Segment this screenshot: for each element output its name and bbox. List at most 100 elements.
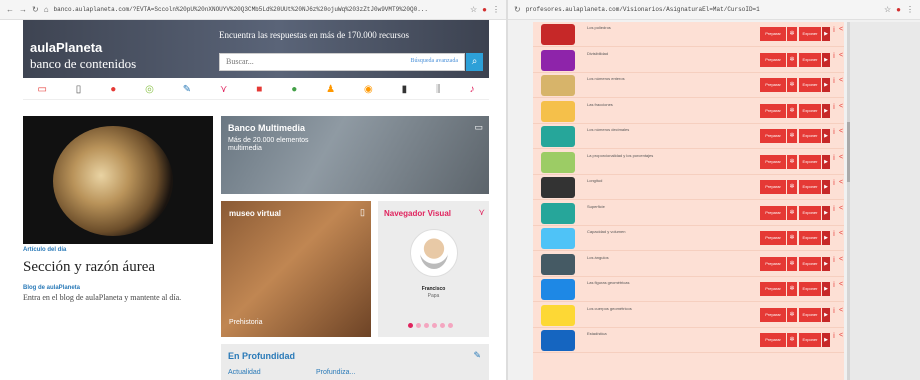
prepare-button[interactable]: Preparar: [760, 333, 786, 347]
carousel-dot[interactable]: [416, 323, 421, 328]
menu-icon[interactable]: ⋮: [492, 5, 500, 14]
expose-button[interactable]: Exponer: [799, 282, 821, 296]
back-icon[interactable]: ←: [6, 5, 14, 14]
document-icon[interactable]: ▯: [76, 84, 82, 95]
eye-icon[interactable]: ◉: [364, 84, 373, 95]
gear-icon[interactable]: ✲: [787, 333, 797, 347]
prepare-button[interactable]: Preparar: [760, 307, 786, 322]
prepare-button[interactable]: Preparar: [760, 256, 786, 271]
prepare-button[interactable]: Preparar: [760, 129, 786, 143]
share-icon[interactable]: <: [839, 26, 843, 33]
topic-label[interactable]: Las fracciones: [587, 102, 613, 107]
site-logo[interactable]: aulaPlaneta: [30, 40, 102, 55]
share-icon[interactable]: <: [839, 230, 843, 237]
topic-label[interactable]: Divisibilidad: [587, 51, 608, 56]
person-icon[interactable]: ♟: [326, 84, 335, 95]
gear-icon[interactable]: ✲: [787, 129, 797, 143]
carousel-dot[interactable]: [440, 323, 445, 328]
carousel-dot[interactable]: [424, 323, 429, 328]
camera-icon[interactable]: ▶: [822, 129, 830, 143]
expose-button[interactable]: Exponer: [799, 103, 821, 118]
gear-icon[interactable]: ✲: [787, 180, 797, 194]
info-icon[interactable]: ⅰ: [833, 205, 835, 213]
camera-icon[interactable]: ▶: [822, 154, 830, 169]
extension-icon[interactable]: ●: [482, 5, 487, 14]
topic-thumbnail[interactable]: [541, 202, 575, 224]
navegador-card[interactable]: Navegador Visual ⋎ Francisco Papa: [378, 201, 489, 337]
extension-icon[interactable]: ●: [896, 5, 901, 14]
article-title[interactable]: Sección y razón áurea: [23, 259, 155, 276]
clock-icon[interactable]: ●: [291, 84, 297, 95]
camera-icon[interactable]: ▶: [822, 231, 830, 245]
topic-label[interactable]: Los números decimales: [587, 127, 629, 132]
info-icon[interactable]: ⅰ: [833, 281, 835, 289]
expose-button[interactable]: Exponer: [799, 78, 821, 92]
camera-icon[interactable]: ▶: [822, 180, 830, 194]
info-icon[interactable]: ⅰ: [833, 128, 835, 136]
search-input[interactable]: Buscar... Búsqueda avanzada: [219, 53, 465, 71]
gear-icon[interactable]: ✲: [787, 103, 797, 118]
network-icon[interactable]: ⋎: [220, 84, 227, 95]
topic-thumbnail[interactable]: [541, 177, 575, 198]
share-icon[interactable]: <: [839, 154, 843, 161]
pin-icon[interactable]: ●: [110, 84, 116, 95]
camera-icon[interactable]: ▶: [822, 282, 830, 296]
share-icon[interactable]: <: [839, 52, 843, 59]
expose-button[interactable]: Exponer: [799, 307, 821, 322]
address-bar[interactable]: profesores.aulaplaneta.com/Visionarios/A…: [526, 6, 879, 13]
topic-label[interactable]: Longitud: [587, 178, 602, 183]
bookmark-star-icon[interactable]: ☆: [470, 5, 477, 14]
drink-icon[interactable]: ▮: [402, 84, 408, 95]
topic-label[interactable]: Los ángulos: [587, 255, 609, 260]
monitor-icon[interactable]: ▭: [37, 84, 46, 95]
topic-label[interactable]: Las figuras geométricas: [587, 280, 629, 285]
expose-button[interactable]: Exponer: [799, 256, 821, 271]
info-icon[interactable]: ⅰ: [833, 77, 835, 85]
multimedia-card[interactable]: Banco Multimedia Más de 20.000 elementos…: [221, 116, 489, 194]
pushpin-icon[interactable]: ✎: [183, 84, 191, 95]
topic-label[interactable]: Superficie: [587, 204, 605, 209]
carousel-dot[interactable]: [408, 323, 413, 328]
topic-label[interactable]: Estadística: [587, 331, 607, 336]
prepare-button[interactable]: Preparar: [760, 231, 786, 245]
info-icon[interactable]: ⅰ: [833, 52, 835, 60]
topic-thumbnail[interactable]: [541, 100, 575, 122]
share-icon[interactable]: <: [839, 179, 843, 186]
reload-icon[interactable]: ↻: [32, 5, 39, 14]
reload-icon[interactable]: ↻: [514, 5, 521, 14]
topic-thumbnail[interactable]: [541, 75, 575, 96]
expose-button[interactable]: Exponer: [799, 231, 821, 245]
topic-thumbnail[interactable]: [541, 126, 575, 147]
expose-button[interactable]: Exponer: [799, 180, 821, 194]
gear-icon[interactable]: ✲: [787, 52, 797, 67]
info-icon[interactable]: ⅰ: [833, 26, 835, 34]
gear-icon[interactable]: ✲: [787, 231, 797, 245]
gear-icon[interactable]: ✲: [787, 27, 797, 41]
chart-icon[interactable]: ⫼: [436, 84, 441, 95]
camera-icon[interactable]: ▶: [822, 333, 830, 347]
camera-icon[interactable]: ▶: [822, 52, 830, 67]
advanced-search-link[interactable]: Búsqueda avanzada: [411, 58, 458, 64]
camera-icon[interactable]: ▶: [822, 307, 830, 322]
topic-thumbnail[interactable]: [541, 304, 575, 326]
info-icon[interactable]: ⅰ: [833, 332, 835, 340]
actualidad-link[interactable]: Actualidad: [228, 369, 261, 376]
gear-icon[interactable]: ✲: [787, 205, 797, 220]
prepare-button[interactable]: Preparar: [760, 78, 786, 92]
bookmark-star-icon[interactable]: ☆: [884, 5, 891, 14]
camera-icon[interactable]: ▶: [822, 103, 830, 118]
info-icon[interactable]: ⅰ: [833, 154, 835, 162]
topic-thumbnail[interactable]: [541, 253, 575, 275]
menu-icon[interactable]: ⋮: [906, 5, 914, 14]
museo-card[interactable]: museo virtual ▯ Prehistoria: [221, 201, 371, 337]
featured-image[interactable]: [23, 116, 213, 244]
gear-icon[interactable]: ✲: [787, 78, 797, 92]
camera-icon[interactable]: ▶: [822, 78, 830, 92]
profundiza-link[interactable]: Profundiza...: [316, 369, 355, 376]
share-icon[interactable]: <: [839, 256, 843, 263]
briefcase-icon[interactable]: ■: [256, 84, 262, 95]
gear-icon[interactable]: ✲: [787, 307, 797, 322]
gear-icon[interactable]: ✲: [787, 282, 797, 296]
address-bar[interactable]: banco.aulaplaneta.com/?EVTA=Sccoln%20pU%…: [54, 6, 465, 13]
topic-label[interactable]: Los números enteros: [587, 76, 625, 81]
